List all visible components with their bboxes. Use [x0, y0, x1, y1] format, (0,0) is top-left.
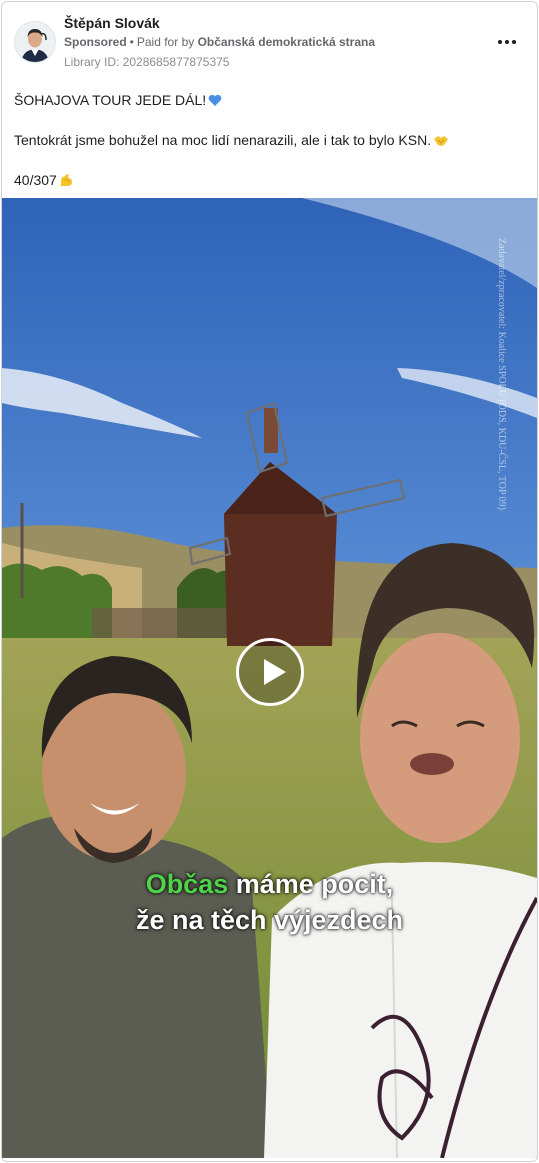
sponsored-line: Sponsored • Paid for by Občanská demokrati…	[64, 35, 375, 49]
caption-line-2: že na těch výjezdech	[135, 905, 404, 935]
sponsored-label: Sponsored	[64, 35, 127, 49]
flexed-biceps-emoji	[59, 172, 74, 192]
ad-card: Štěpán Slovák Sponsored • Paid for by Obča…	[1, 1, 538, 1162]
post-body: ŠOHAJOVA TOUR JEDE DÁL! Tentokrát jsme b…	[14, 90, 524, 188]
separator-dot: •	[129, 35, 134, 49]
video-caption: Občas máme pocit, že na těch výjezdech	[2, 866, 537, 938]
post-text-line-3: 40/307	[14, 170, 74, 192]
paid-for-prefix: Paid for by	[136, 35, 195, 49]
watermark-text: Koalice SPOLU (ODS, KDU-ČSL, TOP 09)	[496, 331, 507, 510]
library-id: Library ID: 2028685877875375	[64, 55, 230, 69]
video-watermark: Zadavatel/zpracovatel: Koalice SPOLU (OD…	[496, 238, 507, 510]
caption-line-1: Občas máme pocit,	[2, 866, 537, 902]
handshake-emoji	[433, 132, 449, 152]
caption-rest: máme pocit,	[235, 869, 394, 899]
watermark-prefix: Zadavatel/zpracovatel:	[496, 238, 507, 330]
post-text-line-1: ŠOHAJOVA TOUR JEDE DÁL!	[14, 90, 524, 112]
post-text-1: ŠOHAJOVA TOUR JEDE DÁL!	[14, 92, 207, 108]
more-options-button[interactable]	[495, 32, 519, 52]
more-dot	[505, 40, 509, 44]
more-dot	[512, 40, 516, 44]
author-avatar[interactable]	[14, 21, 56, 63]
more-dots-icon	[498, 40, 502, 44]
paid-for-by-link[interactable]: Občanská demokratická strana	[198, 35, 375, 49]
post-text-line-2: Tentokrát jsme bohužel na moc lidí nenar…	[14, 130, 449, 152]
post-header: Štěpán Slovák Sponsored • Paid for by Obča…	[2, 2, 537, 82]
blue-heart-emoji	[208, 92, 222, 112]
play-button[interactable]	[236, 638, 304, 706]
author-name[interactable]: Štěpán Slovák	[64, 15, 160, 31]
caption-highlight: Občas	[145, 869, 229, 899]
post-text-3: 40/307	[14, 172, 57, 188]
post-text-2: Tentokrát jsme bohužel na moc lidí nenar…	[14, 132, 432, 148]
play-icon	[264, 659, 286, 685]
video-player[interactable]: Zadavatel/zpracovatel: Koalice SPOLU (OD…	[2, 198, 537, 1158]
